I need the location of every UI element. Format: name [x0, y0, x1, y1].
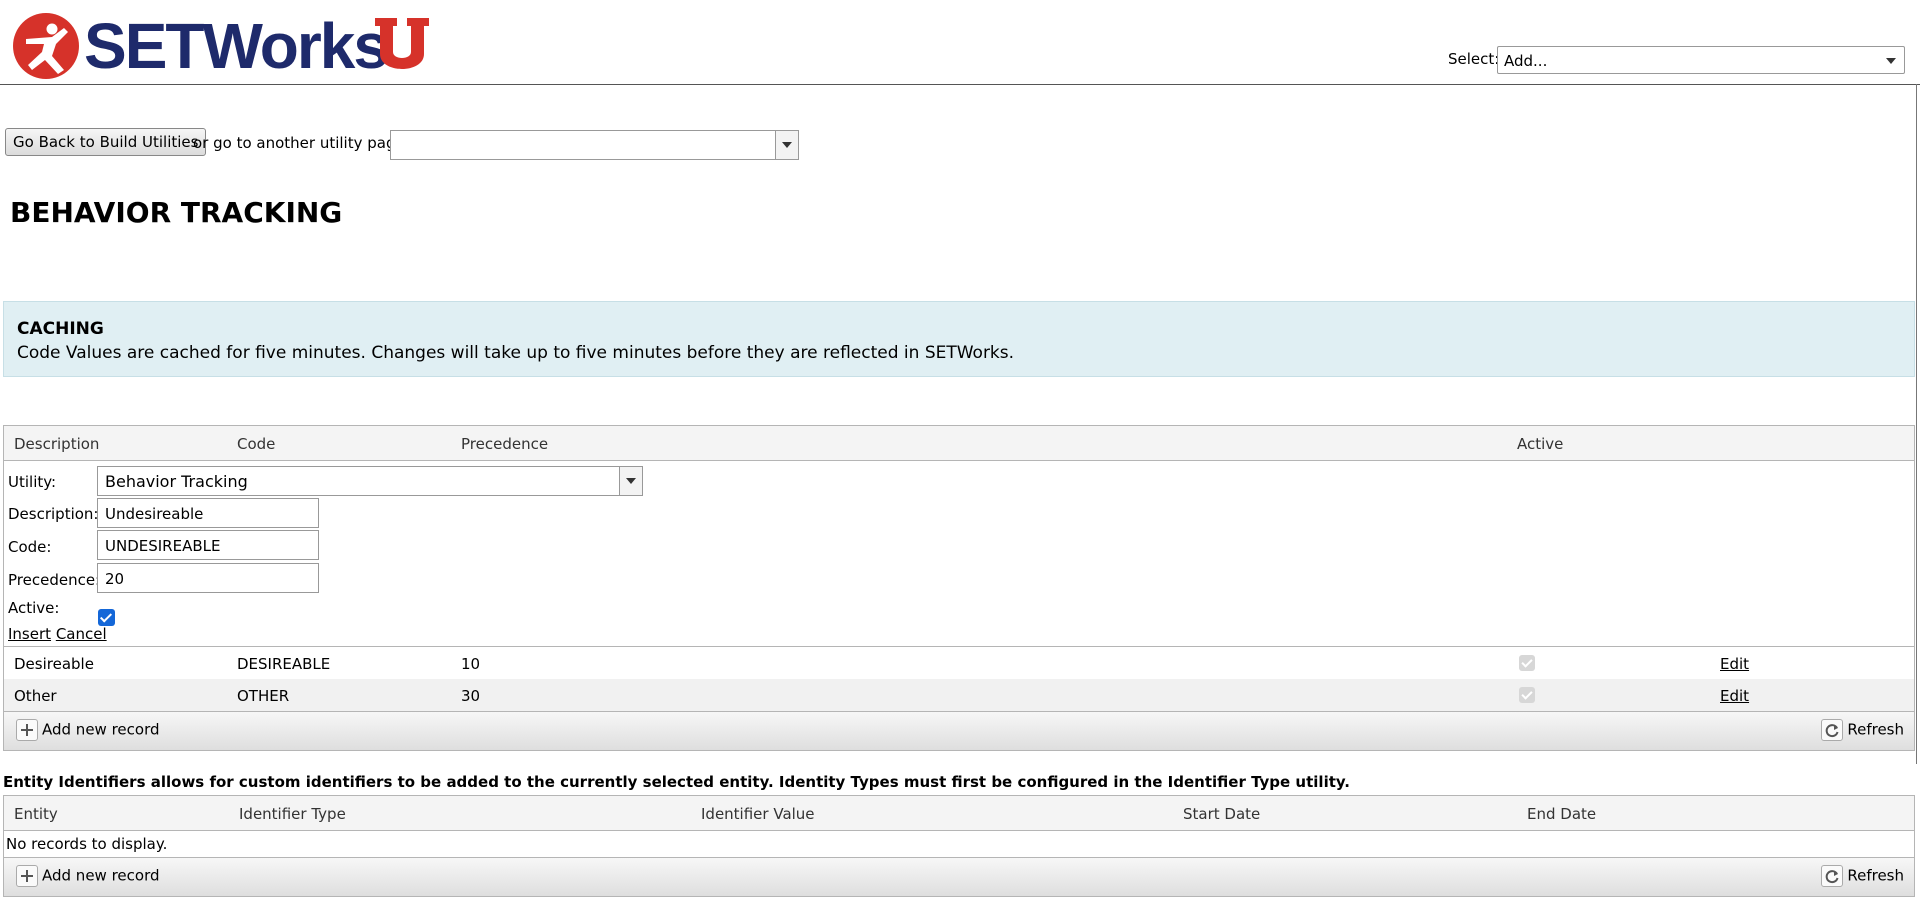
precedence-input[interactable]: 20 [97, 563, 319, 593]
row-code: DESIREABLE [237, 655, 331, 673]
code-input[interactable]: UNDESIREABLE [97, 530, 319, 560]
caching-heading: CACHING [17, 319, 104, 339]
add-new-record-button[interactable]: Add new record [16, 719, 160, 741]
utility-label: Utility: [8, 473, 57, 491]
refresh-icon [1821, 719, 1844, 741]
refresh-button[interactable]: Refresh [1821, 719, 1904, 741]
page-title: BEHAVIOR TRACKING [10, 196, 343, 229]
code-values-grid: Description Code Precedence Active Utili… [3, 425, 1915, 751]
logo-text: SETWorks [84, 10, 389, 82]
row-precedence: 30 [461, 687, 481, 705]
description-input-value: Undesireable [105, 505, 204, 523]
plus-icon [16, 719, 38, 741]
description-label: Description: [8, 505, 99, 523]
add-select-value: Add... [1504, 52, 1548, 70]
precedence-input-value: 20 [105, 570, 125, 588]
row-active-checkbox [1519, 655, 1535, 671]
entity-identifiers-note: Entity Identifiers allows for custom ide… [3, 773, 1350, 791]
refresh-label: Refresh [1847, 720, 1904, 739]
row-active-checkbox [1519, 687, 1535, 703]
add-new-record-button[interactable]: Add new record [16, 865, 160, 887]
column-end-date[interactable]: End Date [1527, 805, 1596, 823]
table-row: Desireable DESIREABLE 10 Edit [4, 647, 1914, 679]
row-description: Desireable [14, 655, 94, 673]
edit-link[interactable]: Edit [1720, 655, 1749, 673]
add-new-record-label: Add new record [42, 720, 160, 739]
person-circle-icon [13, 13, 79, 79]
row-code: OTHER [237, 687, 290, 705]
column-identifier-value[interactable]: Identifier Value [701, 805, 815, 823]
column-code[interactable]: Code [237, 435, 275, 453]
insert-link[interactable]: Insert [8, 625, 51, 643]
column-entity[interactable]: Entity [14, 805, 58, 823]
grid-command-bar: Add new record Refresh [4, 711, 1914, 750]
logo-u-mark [375, 18, 429, 69]
column-description[interactable]: Description [14, 435, 99, 453]
grid-command-bar: Add new record Refresh [4, 857, 1914, 896]
chevron-down-icon[interactable] [775, 131, 798, 159]
description-input[interactable]: Undesireable [97, 498, 319, 528]
select-label: Select: [1448, 50, 1500, 68]
utility-combobox[interactable]: Behavior Tracking [97, 466, 643, 496]
cancel-link[interactable]: Cancel [56, 625, 107, 643]
code-label: Code: [8, 538, 52, 556]
chevron-down-icon[interactable] [619, 467, 642, 495]
caching-notice: CACHING Code Values are cached for five … [3, 301, 1915, 377]
entity-identifiers-grid: Entity Identifier Type Identifier Value … [3, 795, 1915, 897]
grid-header: Description Code Precedence Active [4, 426, 1914, 461]
refresh-label: Refresh [1847, 866, 1904, 885]
precedence-label: Precedence: [8, 571, 101, 589]
goto-label: or go to another utility page: [193, 134, 410, 152]
table-row: Other OTHER 30 Edit [4, 679, 1914, 711]
header: SETWorks Select: Add... [0, 0, 1920, 85]
column-active[interactable]: Active [1517, 435, 1563, 453]
row-precedence: 10 [461, 655, 481, 673]
add-new-record-label: Add new record [42, 866, 160, 885]
row-description: Other [14, 687, 57, 705]
utility-page-combobox[interactable] [390, 130, 799, 160]
no-records-text: No records to display. [6, 835, 168, 853]
empty-row: No records to display. [4, 831, 1914, 857]
column-identifier-type[interactable]: Identifier Type [239, 805, 346, 823]
go-back-button[interactable]: Go Back to Build Utilities [5, 128, 207, 156]
setworks-logo[interactable]: SETWorks [12, 10, 432, 82]
refresh-icon [1821, 865, 1844, 887]
right-divider [1916, 84, 1917, 764]
plus-icon [16, 865, 38, 887]
active-checkbox[interactable] [98, 609, 115, 626]
caching-text: Code Values are cached for five minutes.… [17, 343, 1015, 363]
grid-header: Entity Identifier Type Identifier Value … [4, 796, 1914, 831]
add-select-dropdown[interactable]: Add... [1497, 46, 1905, 74]
chevron-down-icon [1886, 58, 1896, 64]
column-precedence[interactable]: Precedence [461, 435, 548, 453]
insert-form: Utility: Behavior Tracking Description: … [4, 461, 1914, 647]
utility-value: Behavior Tracking [105, 472, 248, 491]
edit-link[interactable]: Edit [1720, 687, 1749, 705]
code-input-value: UNDESIREABLE [105, 537, 221, 555]
column-start-date[interactable]: Start Date [1183, 805, 1260, 823]
refresh-button[interactable]: Refresh [1821, 865, 1904, 887]
active-label: Active: [8, 599, 60, 617]
